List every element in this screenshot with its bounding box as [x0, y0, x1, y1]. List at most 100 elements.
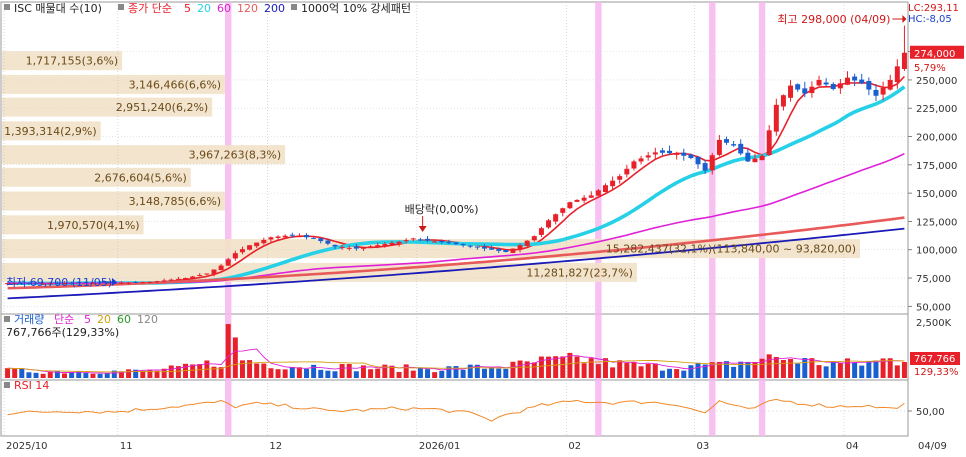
- volume-bar[interactable]: [396, 371, 402, 378]
- rsi-menu-icon[interactable]: [4, 382, 10, 388]
- volume-bar[interactable]: [368, 369, 374, 378]
- volume-bar[interactable]: [617, 360, 623, 378]
- volume-bar[interactable]: [19, 368, 25, 378]
- volume-bar[interactable]: [239, 360, 245, 378]
- volume-bar[interactable]: [311, 364, 317, 378]
- volume-bar[interactable]: [503, 368, 509, 378]
- volume-bar[interactable]: [296, 367, 302, 378]
- volume-bar[interactable]: [894, 365, 900, 378]
- volume-bar[interactable]: [232, 337, 238, 378]
- volume-bar[interactable]: [830, 362, 836, 378]
- volume-bar[interactable]: [47, 371, 53, 378]
- volume-bar[interactable]: [659, 370, 665, 378]
- volume-bar[interactable]: [496, 368, 502, 378]
- volume-bar[interactable]: [460, 369, 466, 378]
- volume-bar[interactable]: [304, 368, 310, 378]
- volume-bar[interactable]: [695, 362, 701, 378]
- volume-bar[interactable]: [489, 367, 495, 378]
- volume-bar[interactable]: [859, 365, 865, 378]
- volume-bar[interactable]: [723, 361, 729, 378]
- volume-bar[interactable]: [76, 371, 82, 378]
- volume-bar[interactable]: [681, 370, 687, 378]
- price-candle[interactable]: [546, 218, 552, 229]
- volume-bar[interactable]: [346, 364, 352, 378]
- volume-bar[interactable]: [688, 365, 694, 378]
- volume-bar[interactable]: [325, 370, 331, 378]
- volume-bar[interactable]: [26, 372, 32, 378]
- volume-bar[interactable]: [90, 373, 96, 378]
- volume-bar[interactable]: [12, 368, 18, 378]
- volume-bar[interactable]: [318, 369, 324, 378]
- volume-bar[interactable]: [766, 354, 772, 378]
- volume-bar[interactable]: [261, 363, 267, 378]
- price-candle[interactable]: [510, 248, 516, 254]
- volume-bar[interactable]: [268, 368, 274, 378]
- panel-menu-icon[interactable]: [4, 4, 10, 10]
- volume-bar[interactable]: [652, 363, 658, 378]
- volume-bar[interactable]: [610, 367, 616, 378]
- volume-bar[interactable]: [581, 363, 587, 378]
- volume-bar[interactable]: [439, 370, 445, 378]
- volume-bar[interactable]: [638, 366, 644, 378]
- volume-bar[interactable]: [517, 360, 523, 378]
- volume-bar[interactable]: [417, 367, 423, 378]
- volume-bar[interactable]: [510, 361, 516, 378]
- volume-bar[interactable]: [773, 356, 779, 378]
- volume-bar[interactable]: [147, 369, 153, 378]
- volume-bar[interactable]: [126, 369, 132, 378]
- volume-bar[interactable]: [254, 363, 260, 378]
- volume-bar[interactable]: [432, 372, 438, 378]
- volume-bar[interactable]: [731, 366, 737, 378]
- volume-bar[interactable]: [467, 364, 473, 378]
- volume-bar[interactable]: [837, 362, 843, 378]
- chart-canvas[interactable]: 1,717,155(3,6%) 3,146,466(6,6%) 2,951,240(…: [0, 0, 966, 454]
- volume-bar[interactable]: [809, 358, 815, 378]
- volume-bar[interactable]: [531, 362, 537, 378]
- volume-bar[interactable]: [560, 356, 566, 378]
- volume-bar[interactable]: [823, 366, 829, 378]
- volume-bar[interactable]: [588, 358, 594, 378]
- volume-bar[interactable]: [802, 358, 808, 378]
- price-candle[interactable]: [524, 240, 530, 247]
- volume-bar[interactable]: [40, 373, 46, 378]
- volume-bar[interactable]: [624, 363, 630, 378]
- volume-bar[interactable]: [289, 367, 295, 378]
- volume-bar[interactable]: [780, 359, 786, 378]
- volume-bar[interactable]: [674, 369, 680, 378]
- volume-bar[interactable]: [481, 368, 487, 378]
- volume-bar[interactable]: [403, 364, 409, 378]
- volume-bar[interactable]: [667, 368, 673, 378]
- volume-bar[interactable]: [553, 356, 559, 378]
- volume-bar[interactable]: [69, 372, 75, 378]
- volume-bar[interactable]: [375, 368, 381, 378]
- ma-menu-icon[interactable]: [118, 4, 124, 10]
- volume-bar[interactable]: [410, 370, 416, 378]
- volume-bar[interactable]: [816, 365, 822, 378]
- volume-bar[interactable]: [83, 373, 89, 378]
- volume-bar[interactable]: [595, 364, 601, 378]
- stock-chart[interactable]: 1,717,155(3,6%) 3,146,466(6,6%) 2,951,240(…: [0, 0, 966, 454]
- volume-bar[interactable]: [197, 364, 203, 378]
- volume-bar[interactable]: [873, 360, 879, 378]
- volume-bar[interactable]: [788, 359, 794, 378]
- volume-bar[interactable]: [538, 356, 544, 378]
- volume-bar[interactable]: [33, 372, 39, 378]
- volume-menu-icon[interactable]: [4, 316, 10, 322]
- volume-bar[interactable]: [62, 373, 67, 378]
- volume-bar[interactable]: [353, 371, 359, 378]
- volume-bar[interactable]: [631, 362, 637, 378]
- volume-bar[interactable]: [275, 369, 281, 378]
- volume-bar[interactable]: [282, 369, 288, 378]
- price-candle[interactable]: [247, 245, 253, 251]
- volume-bar[interactable]: [225, 324, 231, 378]
- price-candle[interactable]: [567, 201, 573, 210]
- volume-bar[interactable]: [425, 369, 431, 378]
- pattern-menu-icon[interactable]: [291, 4, 297, 10]
- volume-bar[interactable]: [211, 366, 217, 378]
- volume-bar[interactable]: [104, 373, 110, 378]
- volume-bar[interactable]: [852, 362, 858, 378]
- volume-bar[interactable]: [339, 364, 345, 378]
- volume-bar[interactable]: [901, 362, 907, 378]
- volume-bar[interactable]: [97, 373, 103, 378]
- volume-bar[interactable]: [5, 368, 11, 378]
